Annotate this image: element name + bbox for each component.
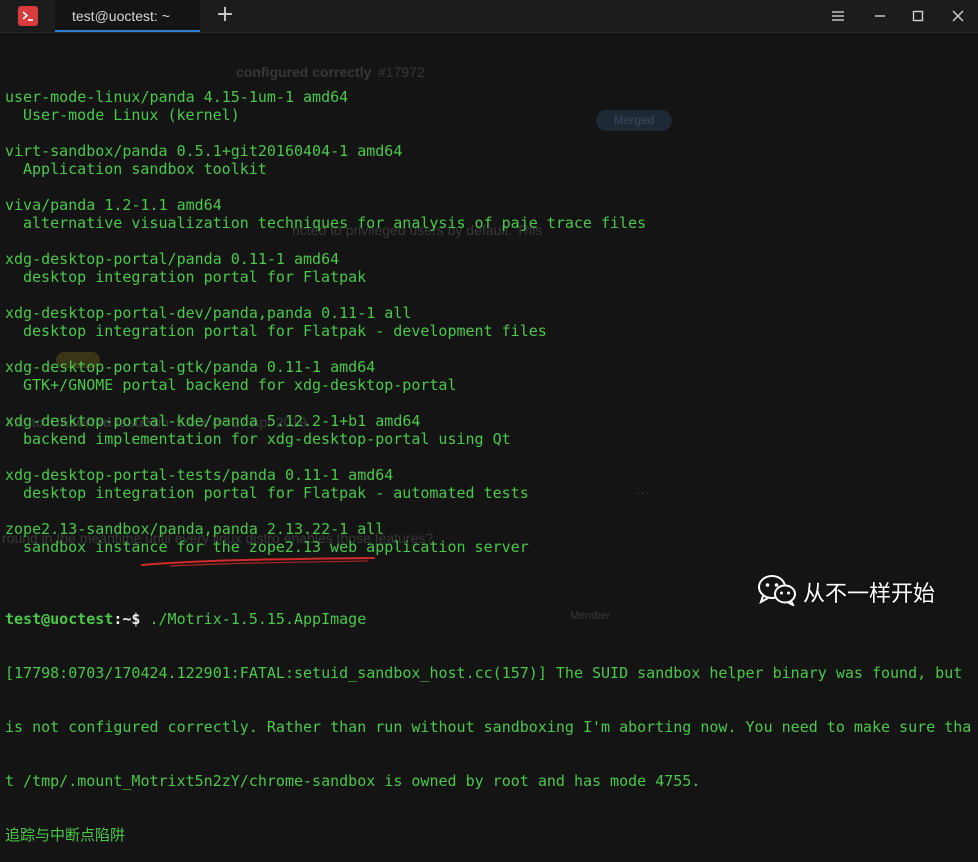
package-description: desktop integration portal for Flatpak — [23, 268, 367, 286]
package-name: zope2.13-sandbox/panda,panda 2.13.22-1 a… — [5, 520, 385, 538]
package-description: sandbox instance for the zope2.13 web ap… — [23, 538, 529, 556]
terminal-app-icon[interactable] — [18, 6, 38, 26]
package-name: virt-sandbox/panda 0.5.1+git20160404-1 a… — [5, 142, 403, 160]
minimize-icon[interactable] — [872, 8, 888, 24]
command-text: ./Motrix-1.5.15.AppImage — [149, 610, 367, 628]
package-description: Application sandbox toolkit — [23, 160, 267, 178]
package-description: User-mode Linux (kernel) — [23, 106, 240, 124]
red-underline-annotation — [141, 557, 375, 567]
error-line: t /tmp/.mount_Motrixt5n2zY/chrome-sandbo… — [5, 772, 701, 790]
wechat-icon — [758, 575, 796, 606]
package-list: user-mode-linux/panda 4.15-1um-1 amd64 Us… — [5, 88, 971, 574]
package-description: desktop integration portal for Flatpak -… — [23, 484, 529, 502]
error-line: 追踪与中断点陷阱 — [5, 826, 126, 844]
tab-title: test@uoctest: ~ — [72, 8, 170, 24]
package-description: desktop integration portal for Flatpak -… — [23, 322, 547, 340]
title-bar: test@uoctest: ~ + — [0, 0, 978, 33]
package-name: user-mode-linux/panda 4.15-1um-1 amd64 — [5, 88, 349, 106]
package-name: xdg-desktop-portal/panda 0.11-1 amd64 — [5, 250, 340, 268]
maximize-icon[interactable] — [910, 8, 926, 24]
close-icon[interactable] — [950, 8, 966, 24]
tab-terminal[interactable]: test@uoctest: ~ — [55, 0, 200, 32]
package-name: viva/panda 1.2-1.1 amd64 — [5, 196, 222, 214]
prompt-path: :~$ — [113, 610, 150, 628]
package-description: GTK+/GNOME portal backend for xdg-deskto… — [23, 376, 457, 394]
error-line: [17798:0703/170424.122901:FATAL:setuid_s… — [5, 664, 963, 682]
prompt-user: test@uoctest — [5, 610, 114, 628]
package-name: xdg-desktop-portal-gtk/panda 0.11-1 amd6… — [5, 358, 376, 376]
terminal-output[interactable]: user-mode-linux/panda 4.15-1um-1 amd64 Us… — [5, 52, 971, 862]
package-name: xdg-desktop-portal-tests/panda 0.11-1 am… — [5, 466, 394, 484]
package-description: backend implementation for xdg-desktop-p… — [23, 430, 511, 448]
package-name: xdg-desktop-portal-kde/panda 5.12.2-1+b1… — [5, 412, 421, 430]
watermark-text: 从不一样开始 — [803, 582, 936, 607]
new-tab-button[interactable]: + — [212, 4, 238, 27]
package-name: xdg-desktop-portal-dev/panda,panda 0.11-… — [5, 304, 412, 322]
menu-icon[interactable] — [830, 8, 846, 24]
command-line: test@uoctest:~$ ./Motrix-1.5.15.AppImage — [5, 610, 971, 628]
error-line: is not configured correctly. Rather than… — [5, 718, 972, 736]
package-description: alternative visualization techniques for… — [23, 214, 647, 232]
